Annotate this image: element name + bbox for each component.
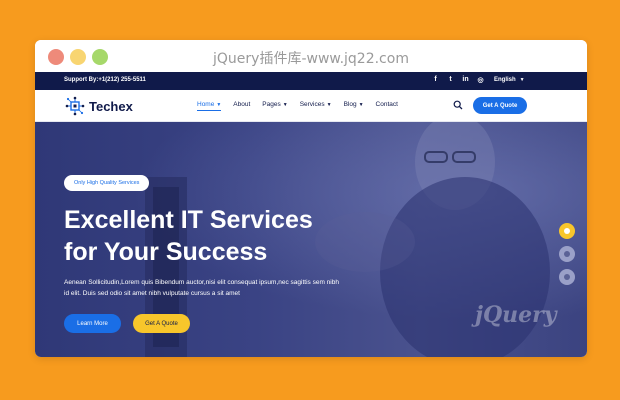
- chevron-down-icon: ▼: [326, 102, 332, 108]
- slide-dot-3[interactable]: [559, 269, 575, 285]
- support-phone: Support By:+1(212) 255-5511: [64, 77, 146, 83]
- nav-item-services[interactable]: Services ▼: [300, 101, 332, 108]
- chevron-down-icon: ▼: [282, 102, 288, 108]
- hero-headline-line-2: for Your Success: [64, 238, 268, 266]
- nav-item-label: Blog: [343, 101, 357, 108]
- learn-more-button[interactable]: Learn More: [64, 314, 121, 333]
- slide-dot-inner: [564, 274, 570, 280]
- circuit-logo-icon: [65, 96, 85, 116]
- browser-window: jQuery插件库-www.jq22.com Support By:+1(212…: [35, 40, 587, 357]
- social-links: f t in ◎: [432, 76, 484, 84]
- hero-headline: Excellent IT Services for Your Success: [64, 204, 364, 268]
- nav-item-pages[interactable]: Pages ▼: [262, 101, 287, 108]
- brand-logo[interactable]: Techex: [65, 96, 133, 116]
- window-title: jQuery插件库-www.jq22.com: [213, 51, 409, 67]
- chevron-down-icon: ▼: [358, 102, 364, 108]
- hero-badge: Only High Quality Services: [64, 175, 150, 191]
- main-navbar: Techex Home ▼ About Pages ▼ Services ▼ Blog…: [35, 90, 587, 122]
- nav-item-label: Pages: [262, 101, 281, 108]
- nav-item-label: About: [233, 101, 251, 108]
- nav-menu: Home ▼ About Pages ▼ Services ▼ Blog ▼ Conta…: [197, 101, 398, 111]
- get-quote-button[interactable]: Get A Quote: [473, 97, 527, 114]
- brand-name: Techex: [89, 98, 133, 114]
- hero-headline-line-1: Excellent IT Services: [64, 206, 313, 234]
- top-info-bar: Support By:+1(212) 255-5511 f t in ◎ Eng…: [35, 72, 587, 90]
- hero-get-quote-button[interactable]: Get A Quote: [133, 314, 190, 333]
- nav-item-label: Contact: [375, 101, 398, 108]
- nav-item-label: Home: [197, 101, 215, 108]
- facebook-icon[interactable]: f: [432, 76, 439, 84]
- nav-item-about[interactable]: About: [233, 101, 250, 108]
- nav-item-contact[interactable]: Contact: [376, 101, 398, 108]
- linkedin-icon[interactable]: in: [462, 76, 469, 84]
- slide-dot-1[interactable]: [559, 223, 575, 239]
- chevron-down-icon: ▼: [519, 77, 525, 83]
- twitter-icon[interactable]: t: [447, 76, 454, 84]
- language-selector[interactable]: English ▼: [494, 77, 525, 83]
- chevron-down-icon: ▼: [216, 102, 222, 108]
- hero-description: Aenean Sollicitudin,Lorem quis Bibendum …: [64, 279, 339, 297]
- instagram-icon[interactable]: ◎: [477, 76, 484, 84]
- nav-item-label: Services: [299, 101, 325, 108]
- search-icon[interactable]: [453, 100, 463, 110]
- hero-slider: Only High Quality Services Excellent IT …: [35, 122, 587, 357]
- nav-item-home[interactable]: Home ▼: [197, 101, 222, 111]
- language-label: English: [494, 77, 516, 83]
- slide-dot-inner: [564, 251, 570, 257]
- jquery-watermark: jQuery: [475, 302, 557, 328]
- window-titlebar: jQuery插件库-www.jq22.com: [35, 40, 587, 72]
- slide-dot-2[interactable]: [559, 246, 575, 262]
- nav-item-blog[interactable]: Blog ▼: [344, 101, 364, 108]
- slide-dot-inner: [564, 228, 570, 234]
